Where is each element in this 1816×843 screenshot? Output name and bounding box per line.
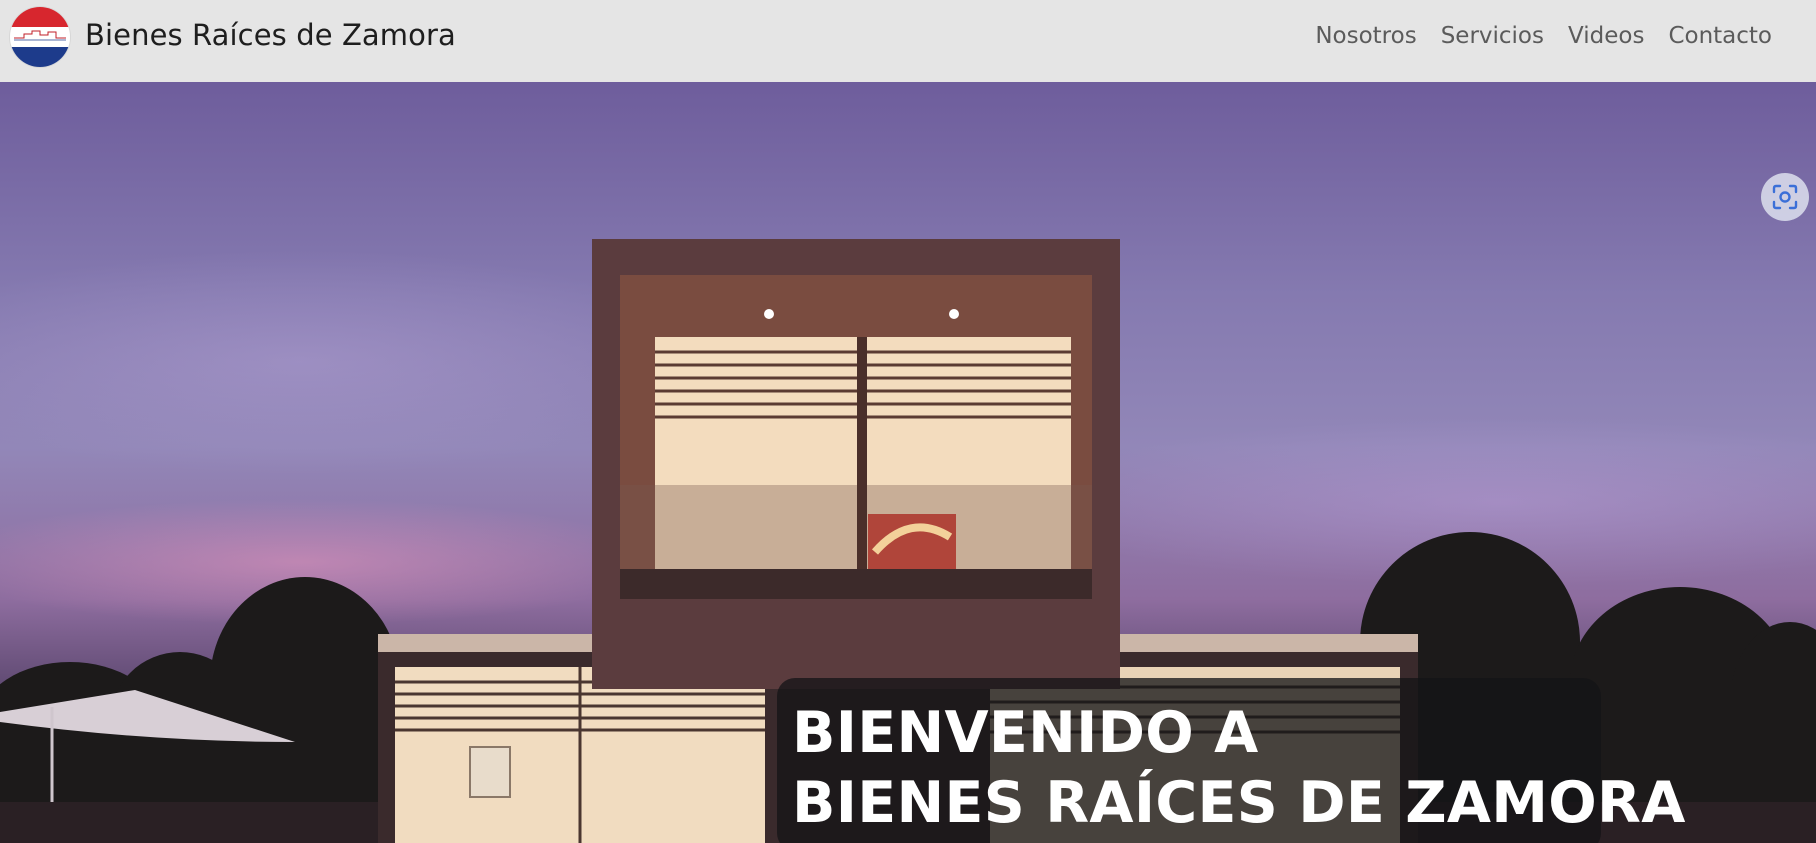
nav-link-videos[interactable]: Videos <box>1568 23 1644 49</box>
welcome-line-1: BIENVENIDO A <box>792 700 1259 766</box>
logo-emblem <box>14 30 66 41</box>
nav-link-contacto[interactable]: Contacto <box>1668 23 1772 49</box>
welcome-line-2: BIENES RAÍCES DE ZAMORA <box>792 770 1686 836</box>
main-nav: Nosotros Servicios Videos Contacto <box>1315 23 1772 49</box>
hero-section: BIENVENIDO A BIENES RAÍCES DE ZAMORA <box>0 82 1816 843</box>
brand-logo[interactable] <box>10 7 70 67</box>
nav-link-nosotros[interactable]: Nosotros <box>1315 23 1416 49</box>
welcome-banner: BIENVENIDO A BIENES RAÍCES DE ZAMORA <box>777 678 1686 843</box>
brand-name[interactable]: Bienes Raíces de Zamora <box>85 18 456 52</box>
screenshot-capture-icon <box>1772 184 1798 210</box>
nav-link-servicios[interactable]: Servicios <box>1441 23 1544 49</box>
navbar: Bienes Raíces de Zamora Nosotros Servici… <box>0 0 1816 82</box>
screen-capture-button[interactable] <box>1761 173 1809 221</box>
